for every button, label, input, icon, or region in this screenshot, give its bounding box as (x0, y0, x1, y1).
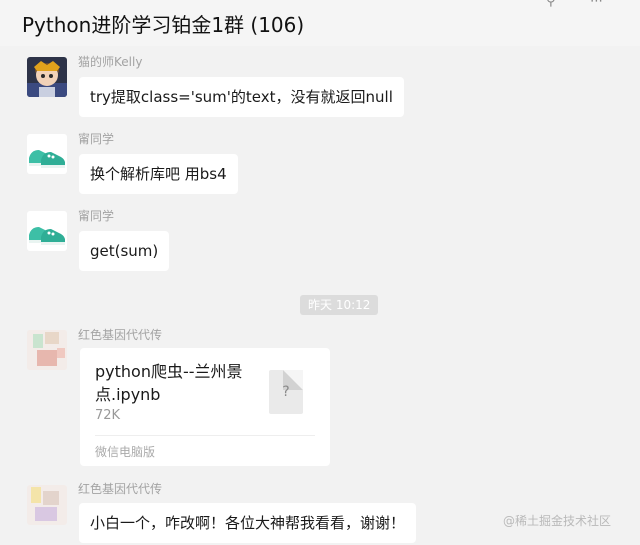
blurred-avatar[interactable] (27, 330, 67, 370)
file-size: 72K (95, 408, 121, 423)
timestamp-badge: 昨天 10:12 (300, 295, 379, 315)
message-bubble[interactable]: try提取class='sum'的text，没有就返回null (79, 77, 404, 117)
sender-name: 猫的师Kelly (78, 55, 143, 69)
divider (95, 435, 315, 436)
unknown-file-icon: ? (269, 370, 303, 414)
shoe-avatar[interactable] (27, 211, 67, 251)
file-name: python爬虫--兰州景点.ipynb (95, 362, 243, 404)
chat-header: Python进阶学习铂金1群 (106) ⚲ ⋯ (0, 0, 640, 46)
sender-name: 红色基因代代传 (78, 482, 163, 496)
sender-name: 红色基因代代传 (78, 328, 163, 342)
chat-title: Python进阶学习铂金1群 (106) (22, 13, 305, 37)
message-bubble[interactable]: 小白一个，咋改啊！各位大神帮我看看，谢谢！ (79, 503, 417, 543)
pin-icon[interactable]: ⚲ (546, 0, 556, 9)
more-icon[interactable]: ⋯ (590, 0, 603, 9)
file-card[interactable]: python爬虫--兰州景点.ipynb 72K ? 微信电脑版 (80, 348, 330, 466)
shoe-avatar[interactable] (27, 134, 67, 174)
watermark: @稀土掘金技术社区 (503, 514, 612, 528)
file-source: 微信电脑版 (95, 445, 156, 459)
cartoon-avatar[interactable] (27, 57, 67, 97)
blurred-avatar[interactable] (27, 485, 67, 525)
sender-name: 甯同学 (78, 132, 115, 146)
sender-name: 甯同学 (78, 209, 115, 223)
message-bubble[interactable]: get(sum) (79, 231, 170, 271)
message-bubble[interactable]: 换个解析库吧 用bs4 (79, 154, 238, 194)
